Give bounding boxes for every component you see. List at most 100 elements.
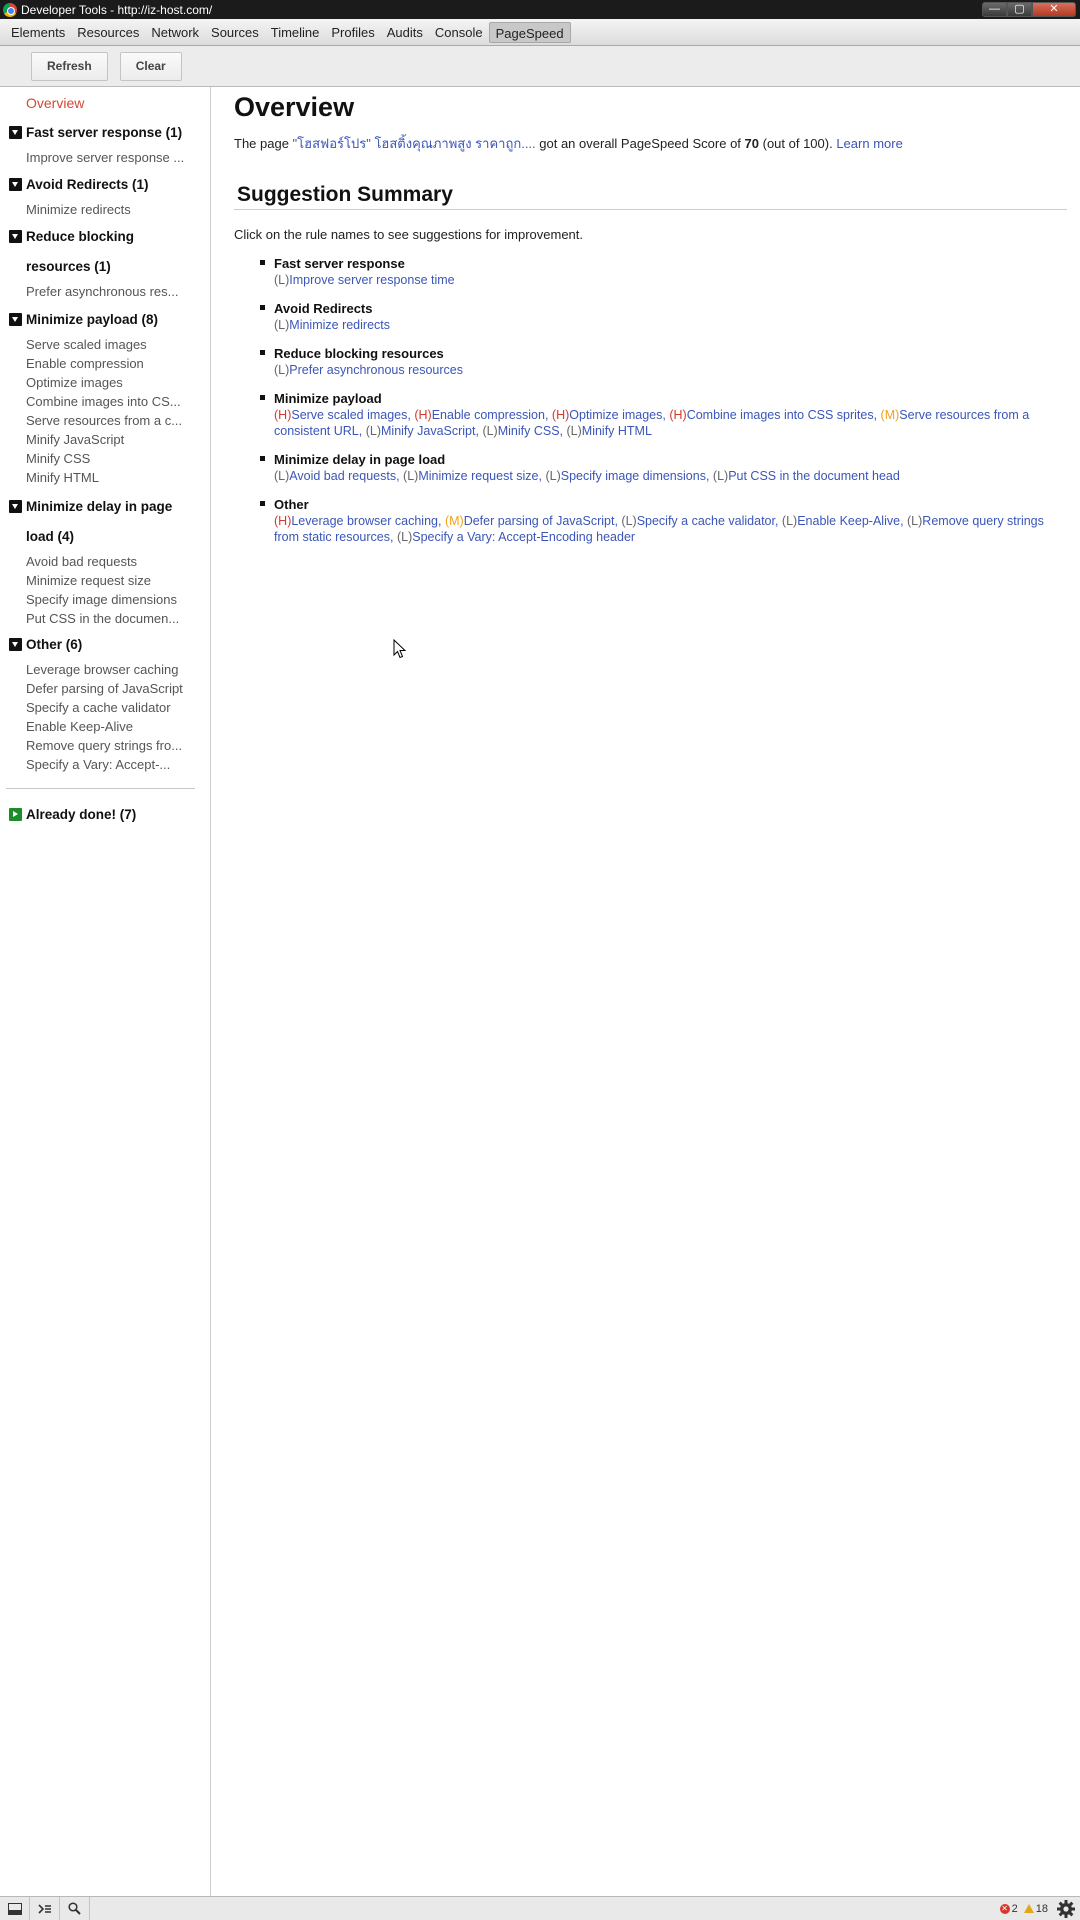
collapse-triangle-icon[interactable] xyxy=(9,230,22,243)
sidebar-group-header[interactable]: Minimize payload (8) xyxy=(9,305,199,335)
priority-badge: (L) xyxy=(907,514,923,528)
suggestion-link[interactable]: Put CSS in the document head xyxy=(728,469,900,483)
priority-badge: (H) xyxy=(669,408,687,422)
sidebar-group-header[interactable]: Already done! (7) xyxy=(9,800,199,830)
pagespeed-toolbar: Refresh Clear xyxy=(0,46,1080,87)
tab-pagespeed[interactable]: PageSpeed xyxy=(488,21,571,43)
bullet-icon xyxy=(260,456,265,461)
sidebar-group-already-done: Already done! (7) xyxy=(9,800,199,830)
tab-resources[interactable]: Resources xyxy=(71,22,145,43)
suggestion-link[interactable]: Defer parsing of JavaScript xyxy=(464,514,615,528)
rule-name[interactable]: Minimize delay in page load xyxy=(274,451,1068,468)
sidebar-item-defer-parsing-js[interactable]: Defer parsing of JavaScript xyxy=(26,679,191,698)
console-counters[interactable]: ✕ 2 18 xyxy=(999,1899,1080,1919)
sidebar-item-optimize-images[interactable]: Optimize images xyxy=(26,373,191,392)
sidebar-item-combine-images[interactable]: Combine images into CS... xyxy=(26,392,191,411)
priority-badge: (L) xyxy=(781,514,798,528)
rule-name[interactable]: Other xyxy=(274,496,1068,513)
collapse-triangle-icon[interactable] xyxy=(9,126,22,139)
suggestion-link[interactable]: Minify HTML xyxy=(582,424,652,438)
sidebar-item-put-css-in-head[interactable]: Put CSS in the documen... xyxy=(26,609,191,628)
sidebar-item-improve-server-response[interactable]: Improve server response ... xyxy=(26,148,191,167)
suggestion-link[interactable]: Minimize request size xyxy=(418,469,538,483)
suggestion-link[interactable]: Enable compression xyxy=(432,408,545,422)
suggestion-link[interactable]: Serve scaled images xyxy=(291,408,407,422)
analyzed-page-link[interactable]: "โฮสฟอร์โปร" โฮสติ้งคุณภาพสูง ราคาถูก...… xyxy=(293,136,536,151)
sidebar-item-serve-resources[interactable]: Serve resources from a c... xyxy=(26,411,191,430)
priority-badge: (L) xyxy=(482,424,498,438)
collapse-triangle-icon[interactable] xyxy=(9,500,22,513)
tab-network[interactable]: Network xyxy=(145,22,205,43)
collapse-triangle-icon[interactable] xyxy=(9,638,22,651)
rule-suggestions: (L)Improve server response time xyxy=(274,272,1068,288)
expand-triangle-icon[interactable] xyxy=(9,808,22,821)
sidebar-group-header[interactable]: Minimize delay in page load (4) xyxy=(9,492,189,552)
sidebar-item-minify-html[interactable]: Minify HTML xyxy=(26,468,191,487)
clear-button[interactable]: Clear xyxy=(119,51,182,81)
tab-profiles[interactable]: Profiles xyxy=(325,22,380,43)
refresh-button[interactable]: Refresh xyxy=(31,51,108,81)
sidebar-item-minify-css[interactable]: Minify CSS xyxy=(26,449,191,468)
collapse-triangle-icon[interactable] xyxy=(9,313,22,326)
tab-console[interactable]: Console xyxy=(429,22,489,43)
sidebar-item-minify-js[interactable]: Minify JavaScript xyxy=(26,430,191,449)
tab-audits[interactable]: Audits xyxy=(381,22,429,43)
sidebar-item-minimize-request-size[interactable]: Minimize request size xyxy=(26,571,191,590)
sidebar-group-header[interactable]: Avoid Redirects (1) xyxy=(9,170,199,200)
suggestion-link[interactable]: Improve server response time xyxy=(289,273,454,287)
learn-more-link[interactable]: Learn more xyxy=(836,136,902,151)
sidebar-group-header[interactable]: Fast server response (1) xyxy=(9,118,199,148)
tab-timeline[interactable]: Timeline xyxy=(265,22,326,43)
suggestion-link[interactable]: Specify a Vary: Accept-Encoding header xyxy=(412,530,635,544)
suggestion-link[interactable]: Minify JavaScript xyxy=(381,424,475,438)
suggestion-link[interactable]: Specify image dimensions xyxy=(561,469,706,483)
sidebar-item-remove-query-strings[interactable]: Remove query strings fro... xyxy=(26,736,191,755)
suggestion-link[interactable]: Specify a cache validator xyxy=(637,514,775,528)
suggestion-link[interactable]: Prefer asynchronous resources xyxy=(289,363,463,377)
sidebar-group-minimize-payload: Minimize payload (8) Serve scaled images… xyxy=(9,305,199,487)
suggestion-link[interactable]: Optimize images xyxy=(569,408,662,422)
chrome-icon xyxy=(3,2,17,17)
sidebar-item-serve-scaled-images[interactable]: Serve scaled images xyxy=(26,335,191,354)
sidebar-item-overview[interactable]: Overview xyxy=(26,95,84,111)
suggestion-link[interactable]: Combine images into CSS sprites xyxy=(687,408,874,422)
sidebar-item-vary-header[interactable]: Specify a Vary: Accept-... xyxy=(26,755,191,774)
rule-name[interactable]: Avoid Redirects xyxy=(274,300,1068,317)
suggestion-link[interactable]: Enable Keep-Alive xyxy=(797,514,900,528)
sidebar-item-avoid-bad-requests[interactable]: Avoid bad requests xyxy=(26,552,191,571)
rule-suggestions: (L)Avoid bad requests, (L)Minimize reque… xyxy=(274,468,1068,484)
sidebar-item-leverage-caching[interactable]: Leverage browser caching xyxy=(26,660,191,679)
collapse-triangle-icon[interactable] xyxy=(9,178,22,191)
sidebar-group-header[interactable]: Reduce blocking resources (1) xyxy=(9,222,149,282)
tab-elements[interactable]: Elements xyxy=(5,22,71,43)
separator: , xyxy=(396,469,404,483)
sidebar-item-prefer-async[interactable]: Prefer asynchronous res... xyxy=(26,282,191,301)
error-icon: ✕ xyxy=(999,1903,1010,1914)
maximize-button[interactable]: ▢ xyxy=(1007,2,1032,17)
suggestion-link[interactable]: Minimize redirects xyxy=(289,318,390,332)
tab-sources[interactable]: Sources xyxy=(205,22,265,43)
search-button[interactable] xyxy=(60,1897,90,1920)
sidebar-item-cache-validator[interactable]: Specify a cache validator xyxy=(26,698,191,717)
sidebar-item-enable-compression[interactable]: Enable compression xyxy=(26,354,191,373)
console-drawer-button[interactable] xyxy=(30,1897,60,1920)
suggestion-link[interactable]: Leverage browser caching xyxy=(291,514,438,528)
sidebar-item-minimize-redirects[interactable]: Minimize redirects xyxy=(26,200,191,219)
sidebar-group-minimize-delay: Minimize delay in page load (4) Avoid ba… xyxy=(9,492,199,628)
priority-badge: (M) xyxy=(880,408,900,422)
rule-name[interactable]: Reduce blocking resources xyxy=(274,345,1068,362)
suggestion-link[interactable]: Avoid bad requests xyxy=(289,469,396,483)
rule-item: Minimize payload (H)Serve scaled images, … xyxy=(260,390,1068,439)
sidebar-group-header[interactable]: Other (6) xyxy=(9,630,199,660)
sidebar-item-keep-alive[interactable]: Enable Keep-Alive xyxy=(26,717,191,736)
dock-button[interactable] xyxy=(0,1897,30,1920)
bullet-icon xyxy=(260,501,265,506)
bullet-icon xyxy=(260,305,265,310)
sidebar-item-specify-image-dimensions[interactable]: Specify image dimensions xyxy=(26,590,191,609)
gear-icon[interactable] xyxy=(1056,1899,1076,1919)
rule-name[interactable]: Minimize payload xyxy=(274,390,1068,407)
suggestion-link[interactable]: Minify CSS xyxy=(498,424,560,438)
close-button[interactable]: ✕ xyxy=(1032,2,1076,17)
minimize-button[interactable]: — xyxy=(982,2,1007,17)
rule-name[interactable]: Fast server response xyxy=(274,255,1068,272)
